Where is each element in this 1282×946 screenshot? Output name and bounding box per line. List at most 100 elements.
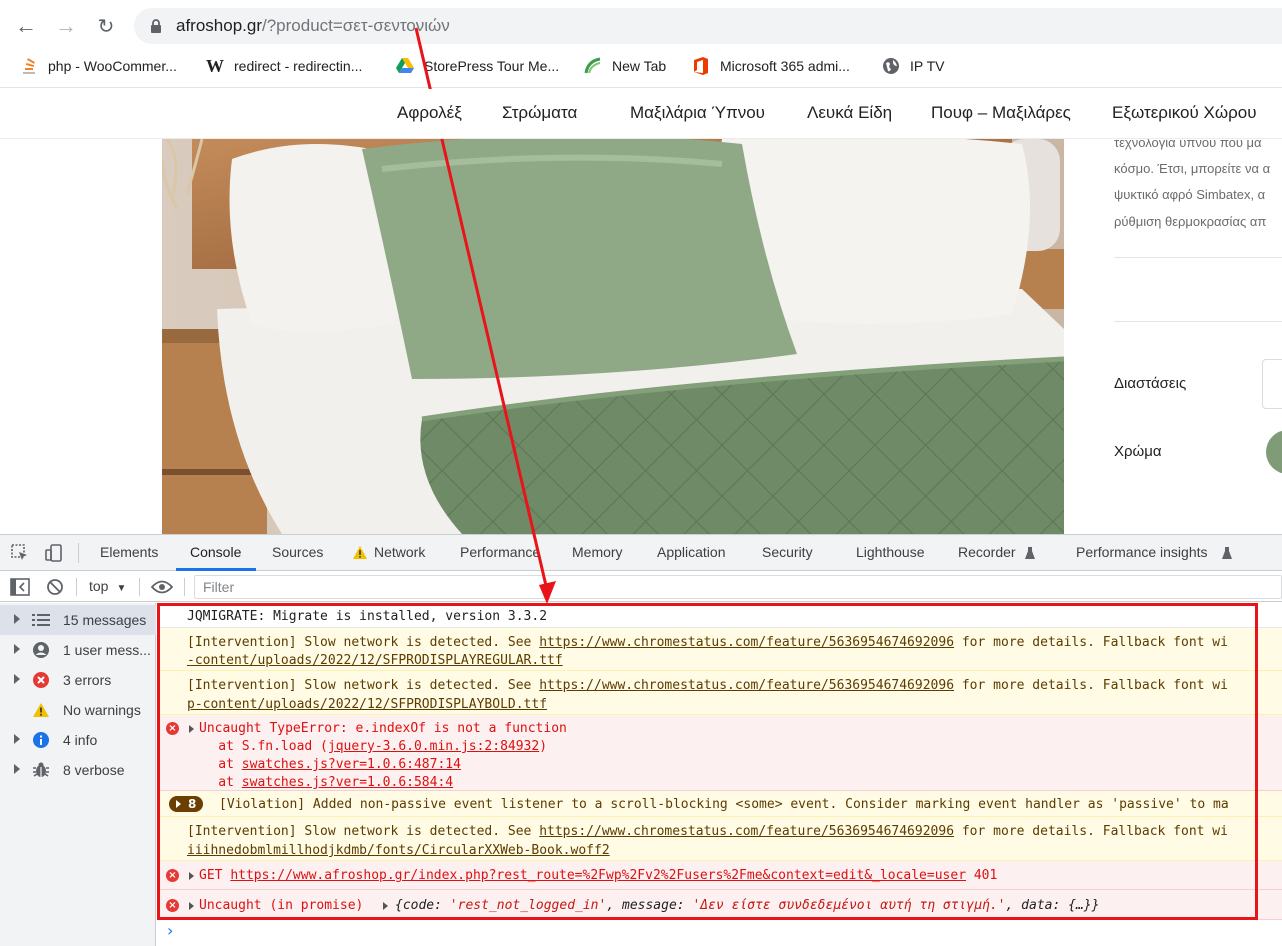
tab-performance[interactable]: Performance [460,544,540,560]
list-icon [32,611,50,629]
sidebar-item-info[interactable]: 4 info [0,725,156,755]
google-drive-icon [396,57,414,75]
dimensions-select[interactable] [1262,359,1282,409]
menu-item-exoterikou[interactable]: Εξωτερικού Χώρου [1112,103,1257,123]
bookmark-item[interactable]: New Tab [584,52,666,80]
expand-arrow-icon[interactable] [189,872,194,880]
sidebar-item-messages[interactable]: 15 messages [0,605,156,635]
bookmark-item[interactable]: IP TV [882,52,945,80]
stack-frame: at S.fn.load (jquery-3.6.0.min.js:2:8493… [187,739,547,754]
expand-arrow-icon[interactable] [189,902,194,910]
tab-elements[interactable]: Elements [100,544,158,560]
bookmark-item[interactable]: php - WooCommer... [20,52,177,80]
clear-console-icon[interactable] [46,578,64,596]
tab-performance-insights[interactable]: Performance insights [1076,544,1208,560]
url-text[interactable]: afroshop.gr/?product=σετ-σεντονιών [176,16,450,36]
bookmark-label: php - WooCommer... [48,58,177,74]
text-segment: {code: [395,898,450,913]
lock-icon[interactable] [150,18,162,34]
tab-memory[interactable]: Memory [572,544,623,560]
message-link[interactable]: https://www.chromestatus.com/feature/563… [539,824,954,839]
tab-sources[interactable]: Sources [272,544,323,560]
text-segment: Uncaught (in promise) [199,898,372,913]
tab-security[interactable]: Security [762,544,813,560]
message-text: [Intervention] Slow network is detected.… [187,678,1228,693]
console-message[interactable]: JQMIGRATE: Migrate is installed, version… [157,603,1282,628]
sidebar-item-errors[interactable]: 3 errors [0,665,156,695]
toolbar-divider [184,578,185,596]
console-prompt[interactable]: › [167,921,173,940]
tab-application[interactable]: Application [657,544,726,560]
expand-arrow-icon[interactable] [383,902,388,910]
console-sidebar: 15 messages 1 user mess... 3 errors No w… [0,603,156,946]
expand-arrow-icon [14,614,20,624]
bookmark-item[interactable]: StorePress Tour Me... [396,52,559,80]
tab-lighthouse[interactable]: Lighthouse [856,544,925,560]
text-segment: [Intervention] Slow network is detected.… [187,824,540,839]
forward-arrow-icon[interactable]: → [50,10,82,42]
toolbar-divider [76,578,77,596]
text-segment: [Intervention] Slow network is detected.… [187,678,540,693]
sidebar-item-verbose[interactable]: 8 verbose [0,755,156,785]
message-link[interactable]: -content/uploads/2022/12/SFPRODISPLAYREG… [187,653,563,668]
console-warning[interactable]: [Intervention] Slow network is detected.… [157,628,1282,671]
menu-item-stromata[interactable]: Στρώματα [502,103,577,123]
error-object[interactable]: {code: 'rest_not_logged_in', message: 'Δ… [395,898,1099,913]
back-arrow-icon[interactable]: ← [10,10,42,42]
context-selector[interactable]: top ▼ [89,578,126,594]
expand-arrow-icon [14,764,20,774]
source-link[interactable]: swatches.js?ver=1.0.6:584:4 [242,775,453,790]
message-text: [Violation] Added non-passive event list… [219,797,1229,812]
address-bar[interactable]: afroshop.gr/?product=σετ-σεντονιών [134,8,1282,44]
product-description-line: ρύθμιση θερμοκρασίας απ [1114,214,1267,229]
toolbar-divider [78,543,79,563]
menu-item-afrolex[interactable]: Αφρολέξ [397,103,462,123]
source-link[interactable]: swatches.js?ver=1.0.6:487:14 [242,757,461,772]
console-error[interactable]: × Uncaught TypeError: e.indexOf is not a… [157,715,1282,791]
devtools-panel: Elements Console Sources Network Perform… [0,534,1282,946]
text-segment: [Intervention] Slow network is detected.… [187,635,540,650]
message-link[interactable]: https://www.chromestatus.com/feature/563… [539,635,954,650]
console-error[interactable]: × Uncaught (in promise) {code: 'rest_not… [157,890,1282,920]
reload-icon[interactable]: ↻ [90,10,122,42]
message-link[interactable]: iiihnedobmlmillhodjkdmb/fonts/CircularXX… [187,843,610,858]
new-tab-icon [584,57,602,75]
tab-network[interactable]: Network [374,544,425,560]
context-label: top [89,578,109,594]
inspect-element-icon[interactable] [11,544,29,562]
request-link[interactable]: https://www.afroshop.gr/index.php?rest_r… [230,868,966,883]
menu-item-pouf[interactable]: Πουφ – Μαξιλάρες [931,103,1071,123]
repeat-count-badge: 8 [169,796,203,812]
bug-icon [32,761,50,779]
filter-input[interactable]: Filter [194,575,1282,599]
tab-console[interactable]: Console [190,544,241,560]
sidebar-item-label: 1 user mess... [63,642,151,658]
menu-item-maxilaria[interactable]: Μαξιλάρια Ύπνου [630,103,765,123]
sidebar-item-user-messages[interactable]: 1 user mess... [0,635,156,665]
tab-recorder[interactable]: Recorder [958,544,1016,560]
console-warning[interactable]: [Intervention] Slow network is detected.… [157,817,1282,861]
bookmark-item[interactable]: Microsoft 365 admi... [692,52,850,80]
source-link[interactable]: jquery-3.6.0.min.js:2:84932 [328,739,539,754]
text-segment: ) [539,739,548,754]
message-link[interactable]: p-content/uploads/2022/12/SFPRODISPLAYBO… [187,697,547,712]
globe-icon [882,57,900,75]
eye-icon[interactable] [151,580,173,594]
device-toolbar-icon[interactable] [44,543,64,563]
sidebar-toggle-icon[interactable] [10,578,30,596]
message-link[interactable]: https://www.chromestatus.com/feature/563… [539,678,954,693]
sidebar-item-warnings[interactable]: No warnings [0,695,156,725]
console-violation[interactable]: 8 [Violation] Added non-passive event li… [157,791,1282,817]
console-error[interactable]: × GET https://www.afroshop.gr/index.php?… [157,861,1282,890]
flask-icon [1222,547,1232,559]
bookmark-item[interactable]: Wredirect - redirectin... [206,52,362,80]
expand-arrow-icon[interactable] [189,725,194,733]
sidebar-item-label: 15 messages [63,612,147,628]
console-warning[interactable]: [Intervention] Slow network is detected.… [157,671,1282,715]
color-swatch[interactable] [1266,430,1282,474]
bookmark-label: Microsoft 365 admi... [720,58,850,74]
text-segment: GET [199,868,231,883]
text-segment: at [187,757,242,772]
message-text: Uncaught TypeError: e.indexOf is not a f… [199,721,567,736]
menu-item-lefka-eidi[interactable]: Λευκά Είδη [807,103,892,123]
